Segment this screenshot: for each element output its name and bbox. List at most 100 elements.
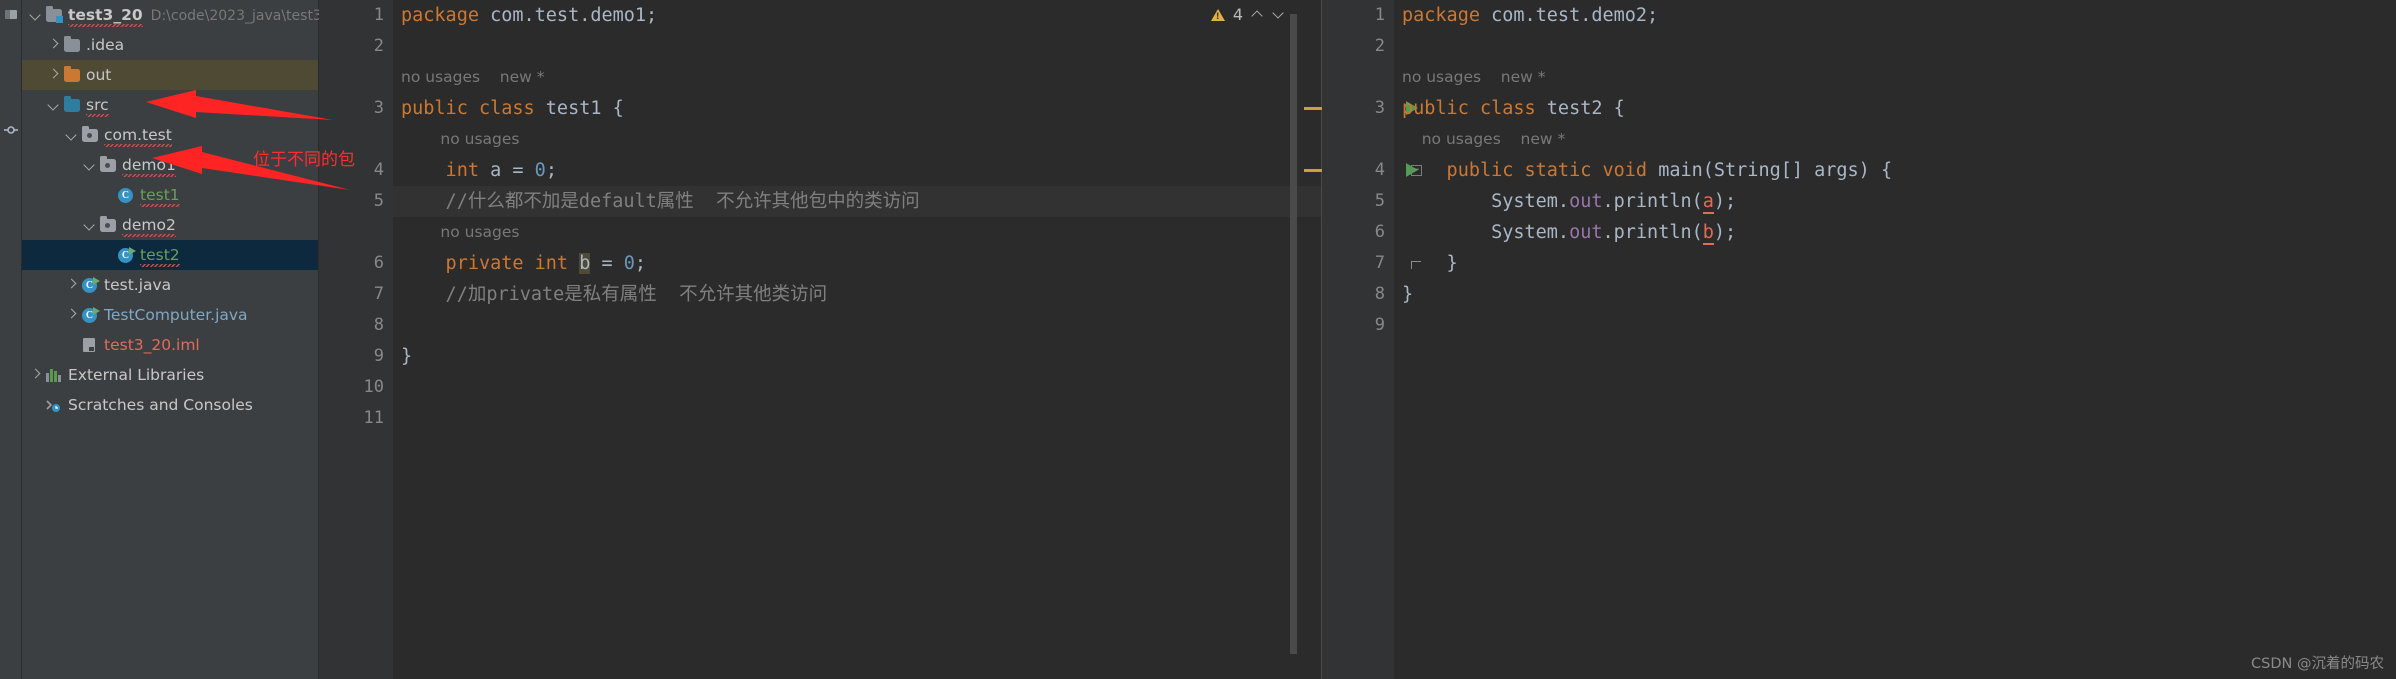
tree-toggle-right-icon[interactable] xyxy=(64,277,80,293)
tree-item-test-java[interactable]: Ctest.java xyxy=(22,270,318,300)
code-token: ; xyxy=(634,253,647,274)
tree-toggle-down-icon[interactable] xyxy=(28,7,44,23)
tree-toggle-down-icon[interactable] xyxy=(82,157,98,173)
chevron-down-icon[interactable] xyxy=(1272,8,1285,21)
code-token: ; xyxy=(545,160,557,181)
left-tool-strip[interactable]: Commit xyxy=(0,0,22,679)
code-token: public class xyxy=(1402,98,1547,119)
line-number-label: 1 xyxy=(1374,5,1385,25)
code-line[interactable]: System.out.println(a); xyxy=(1394,186,2396,217)
tree-item-test3-20[interactable]: test3_20 D:\code\2023_java\test3_20 xyxy=(22,0,347,30)
code-line[interactable]: public class test2 { xyxy=(1394,93,2396,124)
tree-item-out[interactable]: out xyxy=(22,60,318,90)
package-icon xyxy=(99,156,117,173)
code-token: } xyxy=(1402,253,1458,274)
code-line[interactable] xyxy=(1394,310,2396,341)
code-token: //加private是私有属性 不允许其他类访问 xyxy=(401,284,828,305)
tree-item-src[interactable]: src xyxy=(22,90,318,120)
commit-tool-icon[interactable] xyxy=(4,122,18,136)
code-line[interactable]: } xyxy=(393,341,1321,372)
line-number-label: 6 xyxy=(1374,222,1385,242)
warning-count: 4 xyxy=(1232,5,1243,24)
tree-toggle-right-icon[interactable] xyxy=(28,367,44,383)
editor-pane-test1[interactable]: 1 2 3 4 5 6 7 8 9 10 11 package com.test.demo1; no … xyxy=(319,0,1322,679)
inlay-hint: no usages new * xyxy=(1402,68,1546,86)
code-token: com.test.demo2; xyxy=(1491,5,1659,26)
code-line[interactable]: public static void main(String[] args) { xyxy=(1394,155,2396,186)
line-number-label: 3 xyxy=(373,98,384,118)
editor-area: 1 2 3 4 5 6 7 8 9 10 11 package com.test.demo1; no … xyxy=(319,0,2396,679)
editor-pane-test2[interactable]: 1 2 3 4− 5 6 7 8 9 package com.test.demo2; no usa… xyxy=(1304,0,2396,679)
code-line[interactable] xyxy=(1394,31,2396,62)
code-line[interactable]: package com.test.demo2; xyxy=(1394,0,2396,31)
scratches-icon xyxy=(45,397,63,413)
code-token: (String[] args) { xyxy=(1702,160,1893,181)
code-line[interactable] xyxy=(393,31,1321,62)
line-number: 3 xyxy=(1304,93,1418,124)
code-right: package com.test.demo2; no usages new * pu… xyxy=(1394,0,2396,679)
tree-item-label: TestComputer.java xyxy=(104,306,248,324)
tree-item-label: out xyxy=(86,66,112,84)
tree-item-label: test3_20 xyxy=(68,6,143,27)
tree-item-test3-20-iml[interactable]: test3_20.iml xyxy=(22,330,318,360)
line-number-label: 7 xyxy=(1374,253,1385,273)
tree-item-label: test3_20.iml xyxy=(104,336,200,354)
code-token: = xyxy=(590,253,624,274)
class-runnable-icon: C xyxy=(81,277,100,293)
code-line[interactable]: //加private是私有属性 不允许其他类访问 xyxy=(393,279,1321,310)
ide-window: Commit test3_20 D:\code\2023_java\test3_2… xyxy=(0,0,2396,679)
code-line[interactable]: System.out.println(b); xyxy=(1394,217,2396,248)
code-token: test1 { xyxy=(545,98,624,119)
code-line[interactable] xyxy=(393,403,1321,434)
tree-toggle-down-icon[interactable] xyxy=(46,97,62,113)
code-line[interactable]: package com.test.demo1; xyxy=(393,0,1321,31)
line-number-label: 8 xyxy=(1374,284,1385,304)
tree-toggle-down-icon[interactable] xyxy=(64,127,80,143)
inspection-widget[interactable]: 4 xyxy=(1210,0,1285,24)
tree-item-demo2[interactable]: demo2 xyxy=(22,210,318,240)
code-line[interactable]: private int b = 0; xyxy=(393,248,1321,279)
gutter-spacer xyxy=(319,62,393,93)
warning-stripe xyxy=(1304,107,1322,110)
line-number: 5 xyxy=(319,186,393,217)
tree-item-testcomputer-java[interactable]: C TestComputer.java xyxy=(22,300,318,330)
code-token: b xyxy=(1702,222,1714,245)
code-line[interactable]: public class test1 { xyxy=(393,93,1321,124)
code-line[interactable]: } xyxy=(1394,279,2396,310)
code-token: } xyxy=(401,346,413,367)
gutter-spacer xyxy=(319,217,393,248)
chevron-up-icon[interactable] xyxy=(1251,8,1264,21)
line-number: 3 xyxy=(319,93,393,124)
line-number-label: 9 xyxy=(1374,315,1385,335)
tree-item-test1[interactable]: Ctest1 xyxy=(22,180,318,210)
tree-item-label: test2 xyxy=(140,246,180,267)
tree-item-test2[interactable]: Ctest2 xyxy=(22,240,318,270)
folder-orange-icon xyxy=(63,66,81,83)
code-token: System. xyxy=(1402,191,1570,212)
tree-item--idea[interactable]: .idea xyxy=(22,30,318,60)
tree-toggle-down-icon[interactable] xyxy=(82,217,98,233)
code-token: System. xyxy=(1402,222,1570,243)
code-token: b xyxy=(579,253,591,274)
tree-toggle-right-icon[interactable] xyxy=(64,307,80,323)
code-line[interactable]: //什么都不加是default属性 不允许其他包中的类访问 xyxy=(393,186,1321,217)
project-tool-icon[interactable] xyxy=(4,6,18,20)
watermark: CSDN @沉着的码农 xyxy=(2251,656,2384,672)
code-line[interactable] xyxy=(393,310,1321,341)
tree-toggle-right-icon[interactable] xyxy=(46,67,62,83)
line-number: 6 xyxy=(319,248,393,279)
code-line[interactable] xyxy=(393,372,1321,403)
inlay-hint: no usages xyxy=(401,223,520,241)
tree-item-external-libraries[interactable]: External Libraries xyxy=(22,360,318,390)
code-line[interactable]: } xyxy=(1394,248,2396,279)
code-line[interactable]: int a = 0; xyxy=(393,155,1321,186)
scrollbar-left[interactable] xyxy=(1290,14,1297,654)
code-token: test2 { xyxy=(1546,98,1625,119)
tree-toggle-right-icon[interactable] xyxy=(46,37,62,53)
project-tree[interactable]: test3_20 D:\code\2023_java\test3_20 .idea o… xyxy=(22,0,347,679)
code-token: package xyxy=(1402,5,1492,26)
tree-item-scratches-and-consoles[interactable]: Scratches and Consoles xyxy=(22,390,318,420)
iml-file-icon xyxy=(81,337,99,353)
code-token: main xyxy=(1658,160,1703,181)
